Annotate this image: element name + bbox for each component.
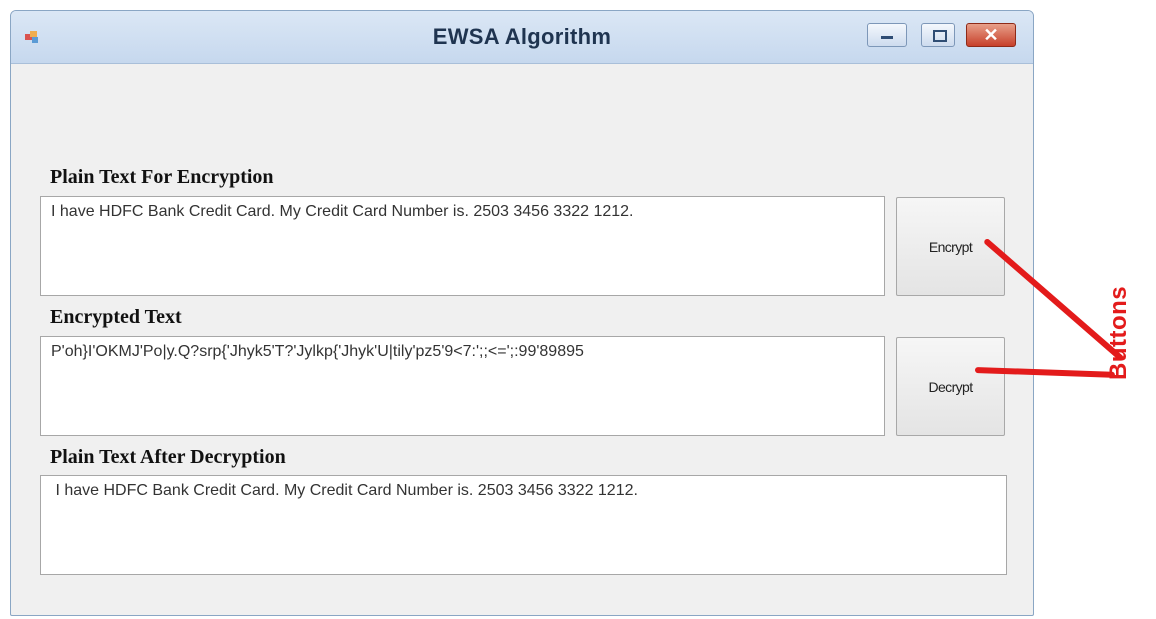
plain-text-input[interactable]: I have HDFC Bank Credit Card. My Credit … xyxy=(40,196,885,296)
maximize-icon xyxy=(933,30,947,42)
close-icon: ✕ xyxy=(983,25,999,45)
minimize-icon xyxy=(881,36,893,39)
maximize-button[interactable] xyxy=(921,23,955,47)
encrypted-text-label: Encrypted Text xyxy=(50,306,182,328)
annotation-buttons-label: Buttons xyxy=(1105,285,1132,380)
plain-text-label: Plain Text For Encryption xyxy=(50,166,274,188)
encrypted-text-input[interactable]: P'oh}I'OKMJ'Po|y.Q?srp{'Jhyk5'T?'Jylkp{'… xyxy=(40,336,885,436)
decrypted-text-label: Plain Text After Decryption xyxy=(50,446,286,468)
decrypt-button[interactable]: Decrypt xyxy=(896,337,1005,436)
minimize-button[interactable] xyxy=(867,23,907,47)
close-button[interactable]: ✕ xyxy=(966,23,1016,47)
decrypted-text-input[interactable]: I have HDFC Bank Credit Card. My Credit … xyxy=(40,475,1007,575)
title-bar[interactable]: EWSA Algorithm ✕ xyxy=(11,11,1033,64)
